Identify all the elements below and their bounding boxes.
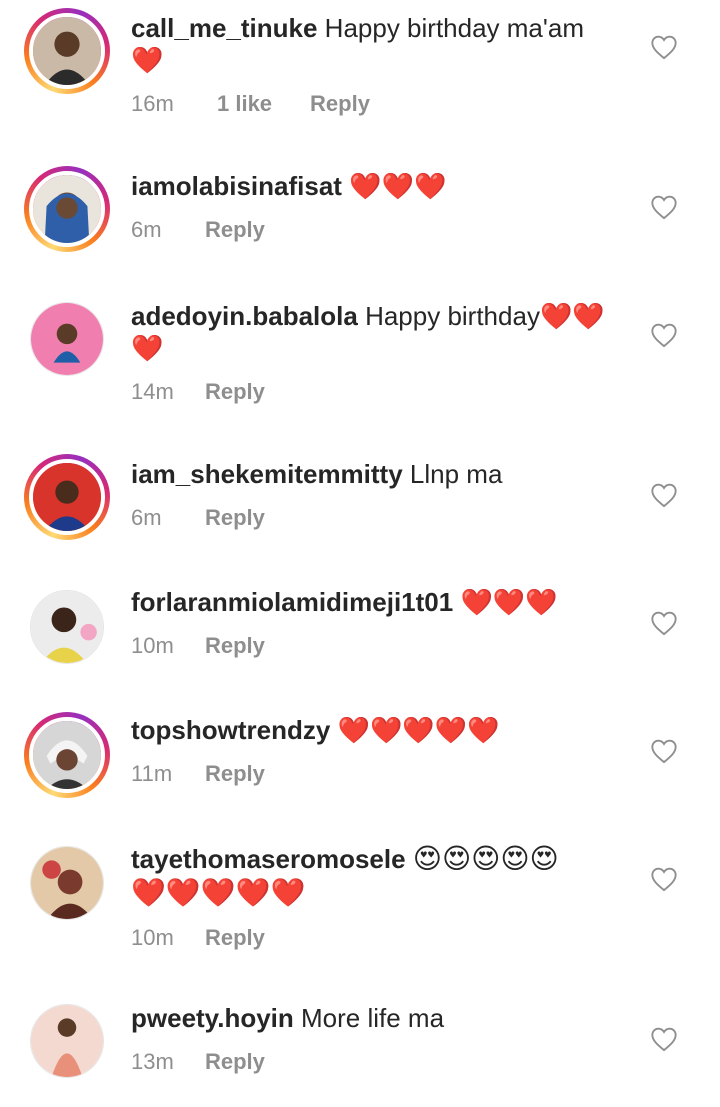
avatar[interactable] <box>24 712 110 798</box>
heart-outline-icon[interactable] <box>650 1026 678 1052</box>
comment-text-continued: ❤️❤️❤️❤️❤️ <box>131 877 306 908</box>
heart-outline-icon[interactable] <box>650 738 678 764</box>
avatar[interactable] <box>30 302 104 376</box>
comment-time: 10m <box>131 633 174 658</box>
comment-text: ❤️❤️❤️❤️❤️ <box>337 715 500 745</box>
comment-username[interactable]: adedoyin.babalola <box>131 301 358 331</box>
comment-username[interactable]: topshowtrendzy <box>131 715 330 745</box>
comment-username[interactable]: forlaranmiolamidimeji1t01 <box>131 587 453 617</box>
reply-button[interactable]: Reply <box>205 632 265 660</box>
comment-username[interactable]: iam_shekemitemmitty <box>131 459 403 489</box>
reply-button[interactable]: Reply <box>205 760 265 788</box>
reply-button[interactable]: Reply <box>310 90 370 118</box>
heart-outline-icon[interactable] <box>650 194 678 220</box>
avatar[interactable] <box>24 8 110 94</box>
heart-outline-icon[interactable] <box>650 610 678 636</box>
comment-time: 16m <box>131 91 174 116</box>
comment-text: Happy birthday ma'am <box>324 13 584 43</box>
avatar[interactable] <box>30 1004 104 1078</box>
comment-text: More life ma <box>301 1003 445 1033</box>
comment-time: 10m <box>131 925 174 950</box>
comment-text: 😍😍😍😍😍 <box>412 843 559 874</box>
heart-outline-icon[interactable] <box>650 866 678 892</box>
heart-outline-icon[interactable] <box>650 322 678 348</box>
comment-time: 13m <box>131 1049 174 1074</box>
comment-username[interactable]: iamolabisinafisat <box>131 171 342 201</box>
comment-text: ❤️❤️❤️ <box>349 171 447 201</box>
comment-text: ❤️❤️❤️ <box>460 587 558 617</box>
comment-likes[interactable]: 1 like <box>217 90 272 118</box>
comment-text: Llnp ma <box>409 459 503 489</box>
comment-text-continued: ❤️ <box>131 45 164 75</box>
reply-button[interactable]: Reply <box>205 924 265 952</box>
avatar[interactable] <box>30 846 104 920</box>
comment-time: 14m <box>131 379 174 404</box>
avatar[interactable] <box>30 590 104 664</box>
heart-outline-icon[interactable] <box>650 34 678 60</box>
reply-button[interactable]: Reply <box>205 504 265 532</box>
heart-outline-icon[interactable] <box>650 482 678 508</box>
comment-username[interactable]: call_me_tinuke <box>131 13 317 43</box>
reply-button[interactable]: Reply <box>205 378 265 406</box>
avatar[interactable] <box>24 166 110 252</box>
comment-time: 6m <box>131 505 162 530</box>
reply-button[interactable]: Reply <box>205 1048 265 1076</box>
avatar[interactable] <box>24 454 110 540</box>
comment-time: 11m <box>131 761 173 786</box>
comment-text: Happy birthday❤️❤️ <box>365 301 605 331</box>
comment-username[interactable]: pweety.hoyin <box>131 1003 294 1033</box>
comment-text-continued: ❤️ <box>131 333 164 363</box>
comment-username[interactable]: tayethomaseromosele <box>131 844 406 874</box>
comment-time: 6m <box>131 217 162 242</box>
reply-button[interactable]: Reply <box>205 216 265 244</box>
